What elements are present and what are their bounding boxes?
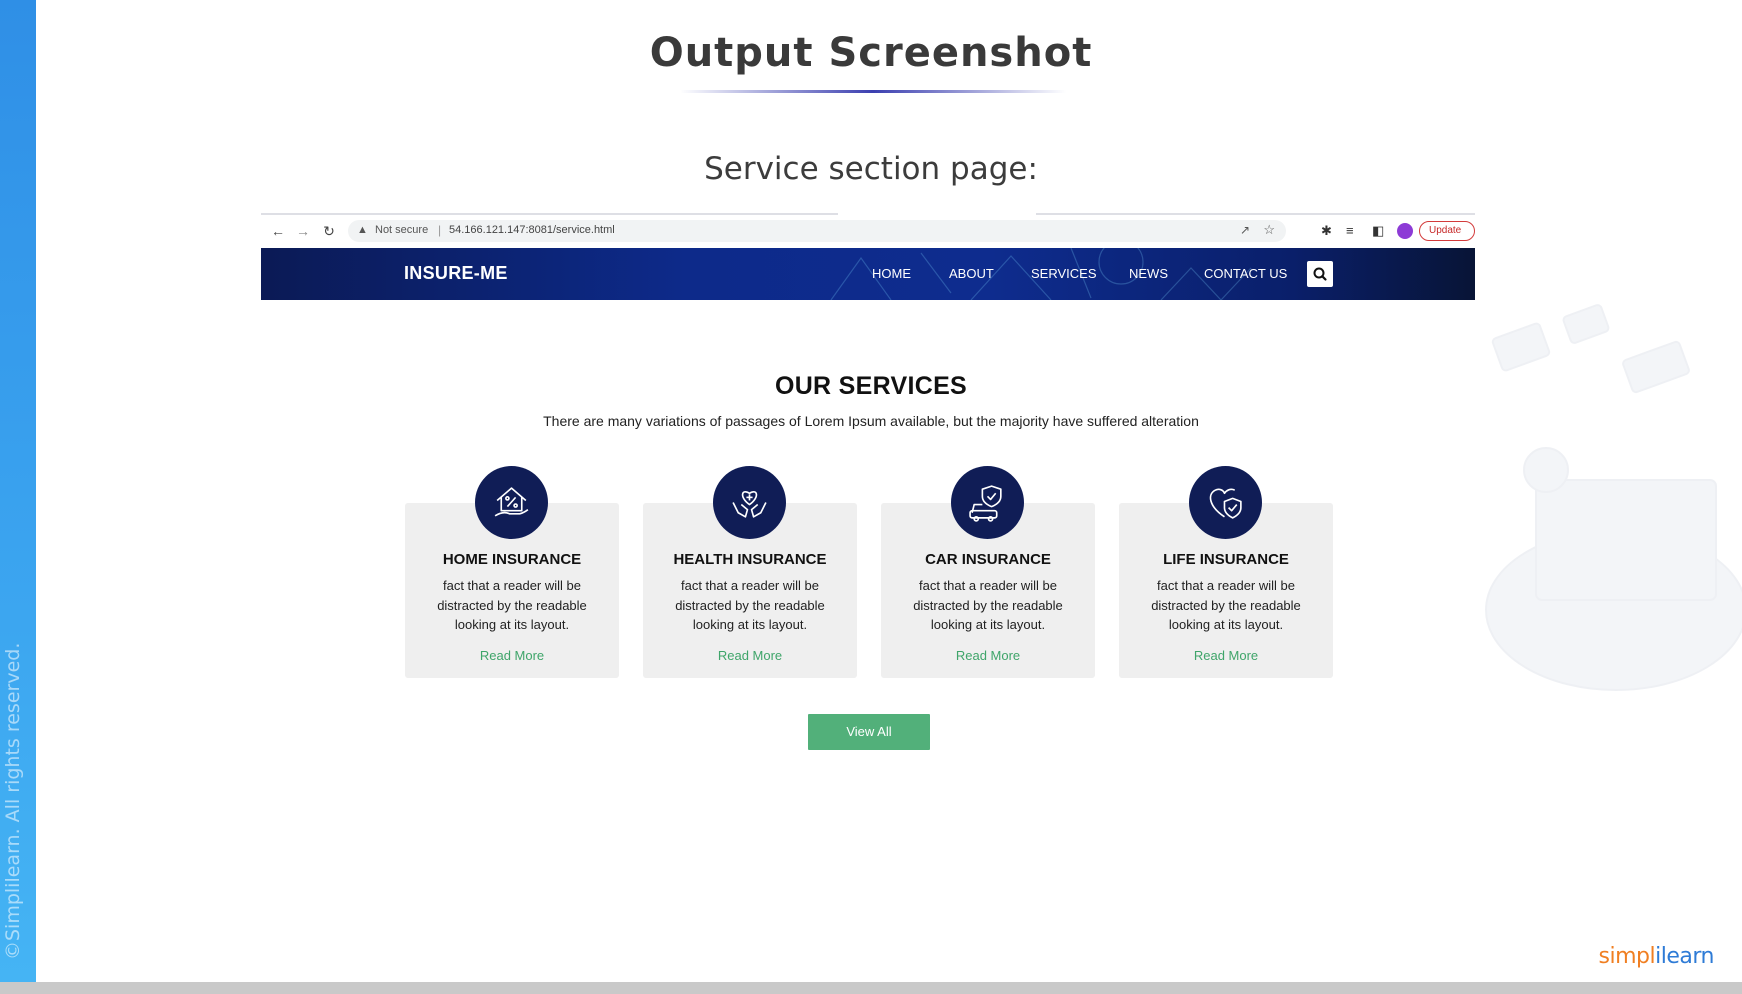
site-brand-logo[interactable]: INSURE-ME xyxy=(404,263,508,284)
bookmark-star-icon[interactable]: ☆ xyxy=(1263,222,1275,238)
read-more-link[interactable]: Read More xyxy=(643,648,857,663)
card-text: fact that a reader will be distracted by… xyxy=(913,578,1063,632)
read-more-link[interactable]: Read More xyxy=(405,648,619,663)
background-illustration xyxy=(1485,304,1742,691)
profile-avatar[interactable] xyxy=(1397,223,1413,239)
nav-home[interactable]: HOME xyxy=(872,266,911,281)
view-all-button[interactable]: View All xyxy=(808,714,930,750)
security-label: Not secure xyxy=(375,224,429,236)
browser-window: ← → ↻ ▲ Not secure | 54.166.121.147:8081… xyxy=(261,213,1475,300)
car-insurance-badge xyxy=(951,466,1024,539)
card-title: LIFE INSURANCE xyxy=(1163,551,1289,568)
nav-news[interactable]: NEWS xyxy=(1129,266,1168,281)
reading-list-icon[interactable]: ≡ xyxy=(1346,223,1354,239)
title-underline xyxy=(680,90,1066,93)
heart-shield-icon xyxy=(1209,488,1242,519)
site-header: INSURE-ME HOME ABOUT SERVICES NEWS CONTA… xyxy=(261,248,1475,300)
card-title: HOME INSURANCE xyxy=(442,551,582,568)
reload-icon[interactable]: ↻ xyxy=(321,223,337,239)
forward-arrow-icon[interactable]: → xyxy=(295,223,311,239)
copyright-text: ©Simplilearn. All rights reserved. xyxy=(2,642,24,960)
address-separator: | xyxy=(438,223,442,237)
card-text: fact that a reader will be distracted by… xyxy=(675,578,825,632)
services-heading: OUR SERVICES xyxy=(774,372,968,400)
card-title: HEALTH INSURANCE xyxy=(673,551,827,568)
home-insurance-badge xyxy=(475,466,548,539)
life-insurance-badge xyxy=(1189,466,1262,539)
slide-subtitle: Service section page: xyxy=(704,151,1038,187)
extensions-puzzle-icon[interactable]: ✱ xyxy=(1321,223,1332,239)
services-description: There are many variations of passages of… xyxy=(543,413,1199,429)
search-icon xyxy=(1313,267,1327,281)
card-text: fact that a reader will be distracted by… xyxy=(1151,578,1301,632)
url-text[interactable]: 54.166.121.147:8081/service.html xyxy=(449,224,615,236)
share-icon[interactable]: ↗ xyxy=(1240,223,1250,237)
car-shield-icon xyxy=(969,485,1002,522)
update-button[interactable]: Update xyxy=(1419,221,1475,241)
health-insurance-badge xyxy=(713,466,786,539)
search-button[interactable] xyxy=(1307,261,1333,287)
hands-heart-icon xyxy=(732,491,767,518)
browser-toolbar: ← → ↻ ▲ Not secure | 54.166.121.147:8081… xyxy=(261,215,1475,248)
house-percent-icon xyxy=(494,487,529,517)
nav-services[interactable]: SERVICES xyxy=(1031,266,1097,281)
nav-about[interactable]: ABOUT xyxy=(949,266,994,281)
read-more-link[interactable]: Read More xyxy=(881,648,1095,663)
slide-title: Output Screenshot xyxy=(649,30,1093,76)
nav-contact-us[interactable]: CONTACT US xyxy=(1204,266,1287,281)
warning-icon: ▲ xyxy=(357,224,368,236)
address-bar[interactable]: ▲ Not secure | 54.166.121.147:8081/servi… xyxy=(348,220,1286,242)
read-more-link[interactable]: Read More xyxy=(1119,648,1333,663)
simplilearn-logo: simplilearn xyxy=(1598,944,1715,969)
card-title: CAR INSURANCE xyxy=(925,551,1051,568)
card-text: fact that a reader will be distracted by… xyxy=(437,578,587,632)
bottom-strip xyxy=(0,982,1742,994)
side-panel-icon[interactable]: ◧ xyxy=(1372,223,1384,239)
back-arrow-icon[interactable]: ← xyxy=(270,223,286,239)
